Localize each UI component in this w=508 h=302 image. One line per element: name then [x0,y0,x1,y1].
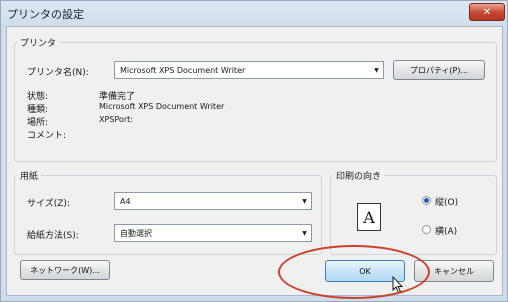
paper-group [14,175,322,255]
status-label: 状態: [27,92,49,102]
cancel-button-label: キャンセル [434,266,474,276]
chevron-down-icon: ▼ [374,66,379,74]
status-value: 準備完了 [99,92,136,102]
printer-name-value: Microsoft XPS Document Writer [120,65,246,75]
paper-size-label: サイズ(Z): [27,199,70,209]
paper-source-value: 自動選択 [120,228,152,238]
network-button[interactable]: ネットワーク(W)... [20,260,110,280]
paper-group-legend: 用紙 [17,169,42,182]
location-label: 場所: [27,118,49,128]
orientation-group-legend: 印刷の向き [333,169,385,182]
type-value: Microsoft XPS Document Writer [99,102,225,111]
orientation-preview-letter: A [363,207,375,227]
orientation-group [330,175,497,255]
type-label: 種類: [27,105,49,115]
paper-size-value: A4 [120,196,131,206]
printer-group-legend: プリンタ [17,36,60,49]
dialog-title: プリンタの設定 [7,8,84,21]
network-button-label: ネットワーク(W)... [30,265,100,275]
landscape-radio[interactable] [422,225,431,234]
orientation-preview-icon: A [357,203,381,231]
highlight-ellipse [278,245,430,299]
paper-size-select[interactable]: A4 ▼ [114,192,312,210]
landscape-label[interactable]: 横(A) [435,224,457,237]
location-value: XPSPort: [99,115,133,124]
printer-name-select[interactable]: Microsoft XPS Document Writer ▼ [114,61,384,79]
properties-button[interactable]: プロパティ(P)... [393,60,485,80]
properties-button-label: プロパティ(P)... [409,65,469,75]
printer-name-label: プリンタ名(N): [27,68,89,78]
chevron-down-icon: ▼ [302,229,307,237]
portrait-label[interactable]: 縦(O) [435,195,458,208]
chevron-down-icon: ▼ [302,197,307,205]
paper-source-label: 給紙方法(S): [27,231,79,241]
close-icon: ✕ [482,6,492,18]
comment-label: コメント: [27,131,67,141]
paper-source-select[interactable]: 自動選択 ▼ [114,224,312,242]
portrait-radio[interactable] [422,196,431,205]
close-button[interactable]: ✕ [469,3,505,21]
